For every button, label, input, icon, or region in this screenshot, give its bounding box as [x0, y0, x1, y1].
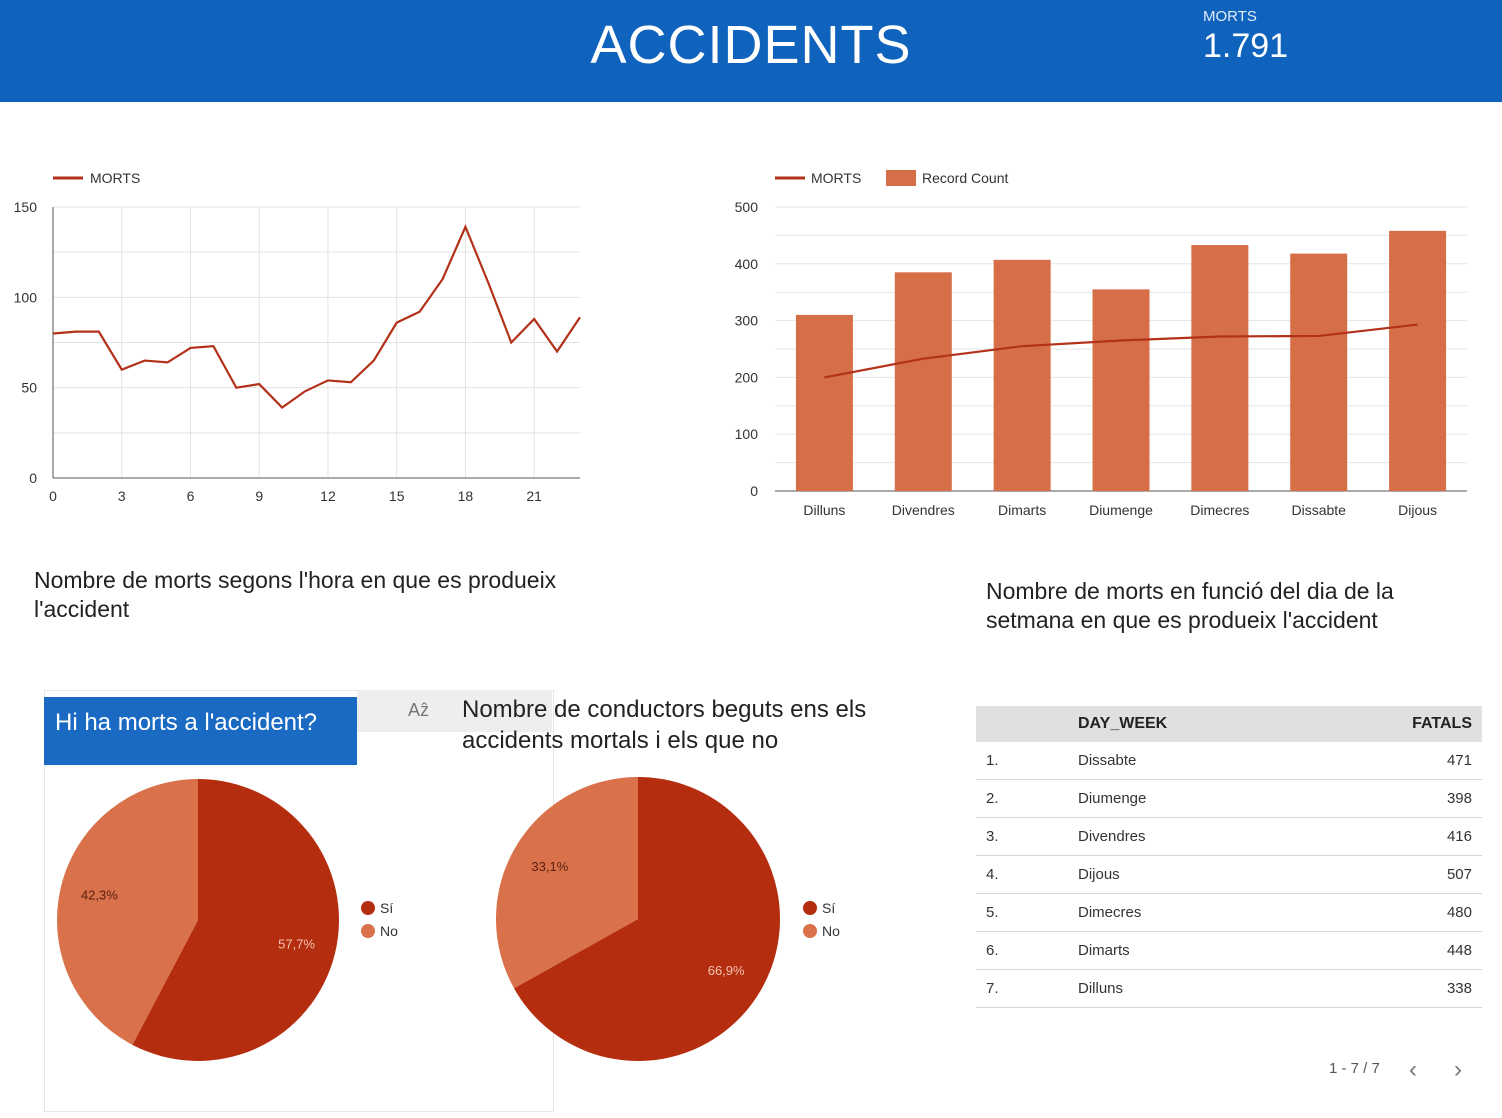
table-cell-fatals: 338	[1304, 969, 1482, 1008]
bar-record-count	[993, 259, 1051, 491]
x-tick-label: 0	[49, 488, 57, 504]
kpi-value: 1.791	[1203, 27, 1289, 65]
pie-chart-drivers[interactable]: 66,9% 33,1% Sí No	[480, 765, 900, 1075]
pagination-label: 1 - 7 / 7	[1329, 1060, 1380, 1077]
y-tick-label: 100	[735, 426, 759, 442]
hour-line-chart[interactable]: 0 50 100 150 0 3 6 9 12 15 18 21 MORTS	[0, 150, 620, 520]
table-cell-fatals: 416	[1304, 817, 1482, 856]
table-cell-index: 1.	[976, 742, 1077, 780]
chevron-left-icon[interactable]: ‹	[1409, 1056, 1417, 1084]
pie-value-label: 66,9%	[708, 963, 745, 978]
y-tick-label: 0	[29, 470, 37, 486]
table-row: 1. Dissabte 471	[976, 742, 1482, 780]
y-tick-label: 400	[735, 256, 759, 272]
legend-label-si: Sí	[822, 900, 835, 916]
table-cell-fatals: 480	[1304, 893, 1482, 932]
y-tick-label: 50	[21, 380, 37, 396]
kpi-scorecard: MORTS 1.791	[1203, 8, 1288, 66]
series-line-morts	[52, 224, 581, 409]
x-tick-label: Dissabte	[1291, 502, 1346, 518]
legend-label-si: Sí	[380, 900, 393, 916]
legend-swatch-no	[803, 924, 817, 938]
x-tick-label: Diumenge	[1089, 502, 1153, 518]
table-header-fatals[interactable]: FATALS	[1304, 706, 1482, 742]
x-tick-label: 21	[526, 488, 542, 504]
x-tick-label: 18	[458, 488, 474, 504]
table-index-header	[976, 706, 1077, 742]
legend-label-no: No	[380, 923, 398, 939]
x-tick-label: 9	[255, 488, 263, 504]
table-row: 5. Dimecres 480	[976, 893, 1482, 932]
legend-swatch-si	[803, 901, 817, 915]
hour-chart-caption: Nombre de morts segons l'hora en que es …	[34, 567, 557, 622]
y-tick-label: 200	[735, 369, 759, 385]
table-cell-day: Dilluns	[1077, 969, 1305, 1008]
bar-record-count	[1290, 253, 1348, 491]
y-tick-label: 100	[14, 289, 38, 305]
legend-label-morts: MORTS	[90, 170, 140, 186]
table-cell-day: Diumenge	[1077, 779, 1305, 818]
table-cell-day: Dimarts	[1077, 931, 1305, 970]
table-row: 3. Divendres 416	[976, 817, 1482, 856]
table-cell-fatals: 507	[1304, 855, 1482, 894]
table-cell-day: Dijous	[1077, 855, 1305, 894]
chevron-right-icon[interactable]: ›	[1454, 1056, 1462, 1084]
table-cell-fatals: 471	[1304, 742, 1482, 780]
x-tick-label: Dimarts	[998, 502, 1046, 518]
table-cell-day: Dimecres	[1077, 893, 1305, 932]
table-cell-fatals: 398	[1304, 779, 1482, 818]
bar-record-count	[1092, 289, 1150, 491]
pie-value-label: 57,7%	[278, 936, 315, 951]
fatals-table: DAY_WEEK FATALS 1. Dissabte 471 2. Diumenge 3…	[976, 706, 1482, 1008]
x-tick-label: Divendres	[892, 502, 955, 518]
legend-swatch-record-count	[886, 170, 916, 186]
table-row: 7. Dilluns 338	[976, 969, 1482, 1008]
x-tick-label: Dijous	[1398, 502, 1437, 518]
x-tick-label: 6	[187, 488, 195, 504]
table-header-day-week[interactable]: DAY_WEEK	[1077, 706, 1305, 742]
pie-value-label: 42,3%	[81, 888, 118, 903]
legend-swatch-no	[361, 924, 375, 938]
x-tick-label: 12	[320, 488, 336, 504]
table-cell-day: Dissabte	[1077, 742, 1305, 780]
table-cell-day: Divendres	[1077, 817, 1305, 856]
y-tick-label: 150	[14, 199, 38, 215]
bar-record-count	[894, 272, 952, 491]
table-row: 4. Dijous 507	[976, 855, 1482, 894]
x-tick-label: 15	[389, 488, 405, 504]
day-chart-caption: Nombre de morts en funció del dia de la …	[986, 578, 1394, 633]
legend-swatch-si	[361, 901, 375, 915]
pie-value-label: 33,1%	[531, 859, 568, 874]
y-tick-label: 300	[735, 313, 759, 329]
legend-label-record-count: Record Count	[922, 170, 1008, 186]
header-bar: ACCIDENTS MORTS 1.791	[0, 0, 1502, 102]
x-tick-label: 3	[118, 488, 126, 504]
table-cell-index: 3.	[976, 817, 1077, 856]
kpi-label: MORTS	[1203, 8, 1257, 25]
table-cell-index: 7.	[976, 969, 1077, 1008]
legend-label-morts: MORTS	[811, 170, 861, 186]
table-row: 6. Dimarts 448	[976, 931, 1482, 970]
filter-control-morts[interactable]: Hi ha morts a l'accident?	[44, 697, 357, 765]
drivers-chart-caption: Nombre de conductors beguts ens els acci…	[462, 696, 867, 754]
table-cell-fatals: 448	[1304, 931, 1482, 970]
x-tick-label: Dilluns	[803, 502, 845, 518]
y-tick-label: 500	[735, 199, 759, 215]
table-cell-index: 6.	[976, 931, 1077, 970]
y-tick-label: 0	[750, 483, 758, 499]
bar-record-count	[795, 314, 853, 491]
day-combo-chart[interactable]: 0 100 200 300 400 500 Dilluns Divendres Dimarts D…	[720, 150, 1490, 530]
bar-record-count	[1191, 245, 1249, 491]
bar-record-count	[1389, 230, 1447, 491]
legend-label-no: No	[822, 923, 840, 939]
pie-chart-morts[interactable]: 57,7% 42,3% Sí No	[40, 770, 460, 1070]
table-row: 2. Diumenge 398	[976, 779, 1482, 818]
table-cell-index: 2.	[976, 779, 1077, 818]
x-tick-label: Dimecres	[1190, 502, 1249, 518]
table-header-row: DAY_WEEK FATALS	[976, 706, 1482, 742]
table-cell-index: 5.	[976, 893, 1077, 932]
table-cell-index: 4.	[976, 855, 1077, 894]
sort-az-icon[interactable]: Aẑ	[408, 700, 429, 721]
